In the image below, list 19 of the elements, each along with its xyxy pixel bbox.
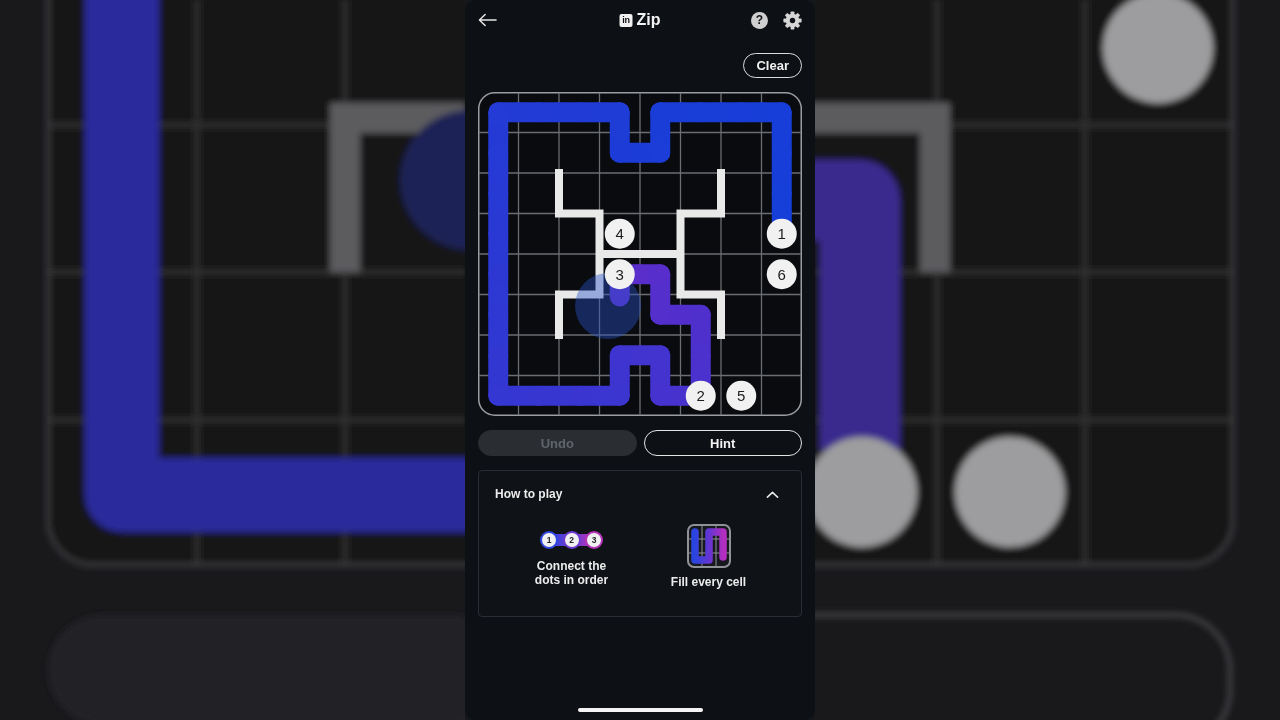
back-arrow-icon[interactable] [478, 13, 497, 27]
settings-icon[interactable] [783, 10, 802, 30]
number-dot: 2 [685, 380, 716, 411]
tip-label: Connect the dots in order [533, 558, 610, 587]
grid-path-icon [686, 524, 731, 568]
panel-title[interactable]: How to play [495, 487, 563, 501]
number-dot: 2 [562, 530, 581, 549]
number-dot: 3 [585, 530, 603, 549]
number-dot: 3 [604, 259, 635, 290]
logo-icon: in [619, 13, 633, 27]
help-icon[interactable]: ? [751, 11, 768, 29]
number-dot: 6 [766, 259, 797, 290]
app-title: Zip [636, 11, 661, 29]
number-dot: 1 [766, 218, 797, 249]
chevron-up-icon[interactable] [766, 490, 779, 498]
number-dot: 5 [726, 380, 757, 411]
tip-label: Fill every cell [670, 575, 747, 589]
number-dot: 1 [540, 530, 558, 549]
number-dot: 4 [604, 218, 635, 249]
